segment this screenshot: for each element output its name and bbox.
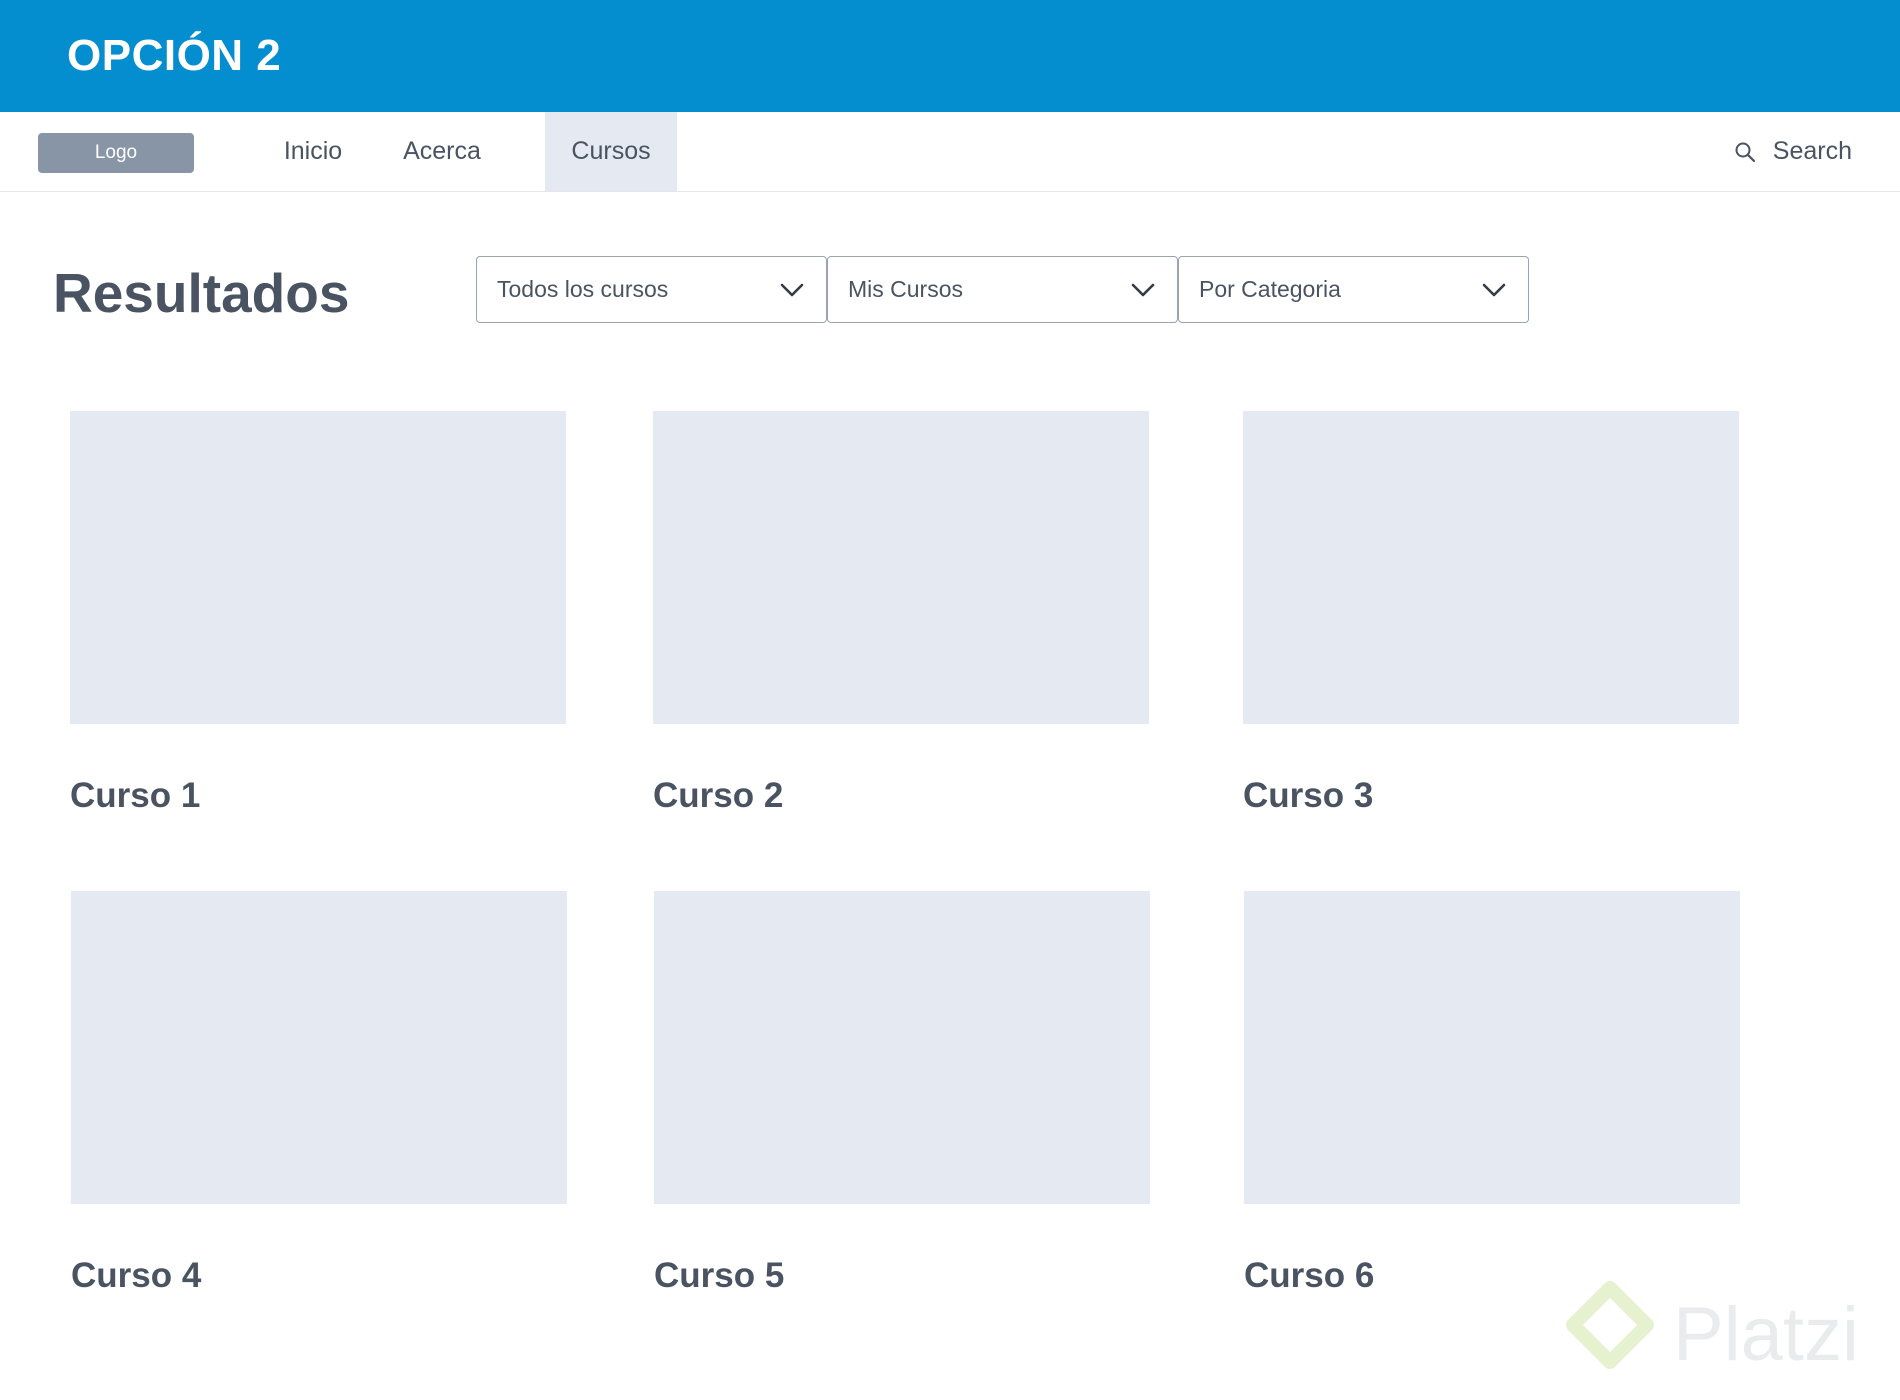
course-card[interactable]: Curso 6 <box>1244 891 1740 1296</box>
course-image-placeholder <box>653 411 1149 724</box>
filter-todos-los-cursos[interactable]: Todos los cursos <box>476 256 827 323</box>
search-icon <box>1733 140 1757 164</box>
banner-title: OPCIÓN 2 <box>67 31 282 80</box>
nav-item-acerca[interactable]: Acerca <box>396 112 488 191</box>
course-card[interactable]: Curso 4 <box>71 891 567 1296</box>
page-title: Resultados <box>53 262 350 324</box>
course-card[interactable]: Curso 2 <box>653 411 1149 816</box>
course-title: Curso 2 <box>653 776 784 815</box>
filter-label: Por Categoria <box>1199 276 1341 302</box>
chevron-down-icon <box>780 283 804 297</box>
course-title: Curso 5 <box>654 1256 785 1295</box>
course-card[interactable]: Curso 1 <box>70 411 566 816</box>
chevron-down-icon <box>1131 283 1155 297</box>
chevron-down-icon <box>1482 283 1506 297</box>
filter-mis-cursos[interactable]: Mis Cursos <box>827 256 1178 323</box>
filter-label: Mis Cursos <box>848 276 964 302</box>
platzi-watermark: Platzi <box>1565 1280 1885 1390</box>
nav-item-inicio[interactable]: Inicio <box>258 112 368 191</box>
search-label: Search <box>1772 137 1852 165</box>
platzi-logo-icon <box>1566 1281 1654 1369</box>
filter-label: Todos los cursos <box>497 276 669 302</box>
course-card[interactable]: Curso 5 <box>654 891 1150 1296</box>
course-image-placeholder <box>1244 891 1740 1204</box>
course-title: Curso 4 <box>71 1256 202 1295</box>
course-image-placeholder <box>1243 411 1739 724</box>
course-image-placeholder <box>70 411 566 724</box>
course-title: Curso 1 <box>70 776 201 815</box>
navbar: Logo Inicio Acerca Cursos Search <box>0 112 1900 192</box>
course-card[interactable]: Curso 3 <box>1243 411 1739 816</box>
watermark-text: Platzi <box>1673 1292 1859 1377</box>
search-button[interactable]: Search <box>1733 112 1852 191</box>
course-image-placeholder <box>71 891 567 1204</box>
course-image-placeholder <box>654 891 1150 1204</box>
top-banner: OPCIÓN 2 <box>0 0 1900 112</box>
course-title: Curso 3 <box>1243 776 1374 815</box>
filter-por-categoria[interactable]: Por Categoria <box>1178 256 1529 323</box>
nav-item-cursos[interactable]: Cursos <box>545 112 677 191</box>
logo[interactable]: Logo <box>38 133 194 173</box>
